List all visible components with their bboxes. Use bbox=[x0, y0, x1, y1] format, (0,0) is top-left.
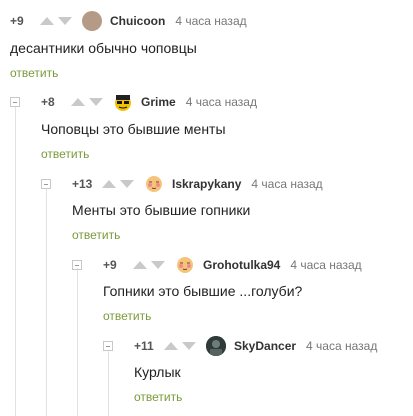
reply-link[interactable]: ответить bbox=[72, 228, 120, 242]
avatar[interactable] bbox=[206, 336, 226, 356]
user-photo-icon bbox=[206, 336, 226, 356]
vote-controls bbox=[164, 342, 196, 350]
reply-link[interactable]: ответить bbox=[41, 147, 89, 161]
vote-controls bbox=[133, 261, 165, 269]
rating-value: +9 bbox=[10, 14, 24, 28]
comment-header: +13 Iskrapykany 4 часа назад bbox=[72, 174, 323, 194]
thread-line bbox=[77, 268, 78, 416]
comment-header: +9 Chuicoon 4 часа назад bbox=[10, 11, 247, 31]
thread-line bbox=[46, 188, 47, 416]
comment-text: Гопники это бывшие ...голуби? bbox=[103, 283, 303, 299]
timestamp[interactable]: 4 часа назад bbox=[306, 339, 377, 353]
comment-header: +11 SkyDancer 4 часа назад bbox=[134, 336, 377, 356]
author-name[interactable]: SkyDancer bbox=[234, 339, 296, 353]
author-name[interactable]: Grime bbox=[141, 95, 176, 109]
author-name[interactable]: Chuicoon bbox=[110, 14, 165, 28]
vote-controls bbox=[71, 98, 103, 106]
vote-controls bbox=[102, 180, 134, 188]
reply-link[interactable]: ответить bbox=[103, 309, 151, 323]
upvote-icon[interactable] bbox=[133, 261, 147, 269]
blushing-face-icon bbox=[177, 257, 193, 273]
upvote-icon[interactable] bbox=[164, 342, 178, 350]
downvote-icon[interactable] bbox=[58, 17, 72, 25]
thread-line bbox=[15, 106, 16, 416]
collapse-toggle[interactable] bbox=[41, 179, 51, 189]
comment-text: Чоповцы это бывшие менты bbox=[41, 121, 226, 137]
upvote-icon[interactable] bbox=[40, 17, 54, 25]
thread-line bbox=[108, 350, 109, 416]
avatar[interactable] bbox=[82, 11, 102, 31]
blushing-face-icon bbox=[146, 176, 162, 192]
vote-controls bbox=[40, 17, 72, 25]
comment-text: Курлык bbox=[134, 364, 181, 380]
timestamp[interactable]: 4 часа назад bbox=[175, 14, 246, 28]
rating-value: +8 bbox=[41, 95, 55, 109]
comment-text: Менты это бывшие гопники bbox=[72, 202, 251, 218]
downvote-icon[interactable] bbox=[151, 261, 165, 269]
avatar[interactable] bbox=[113, 92, 133, 112]
downvote-icon[interactable] bbox=[89, 98, 103, 106]
author-name[interactable]: Iskrapykany bbox=[172, 177, 241, 191]
smiley-sunglasses-icon bbox=[115, 95, 131, 111]
avatar[interactable] bbox=[175, 255, 195, 275]
rating-value: +11 bbox=[134, 339, 154, 353]
upvote-icon[interactable] bbox=[102, 180, 116, 188]
comment-header: +8 Grime 4 часа назад bbox=[41, 92, 257, 112]
rating-value: +9 bbox=[103, 258, 117, 272]
reply-link[interactable]: ответить bbox=[134, 390, 182, 404]
author-name[interactable]: Grohotulka94 bbox=[203, 258, 280, 272]
rating-value: +13 bbox=[72, 177, 93, 191]
avatar[interactable] bbox=[144, 174, 164, 194]
collapse-toggle[interactable] bbox=[72, 260, 82, 270]
reply-link[interactable]: ответить bbox=[10, 66, 58, 80]
upvote-icon[interactable] bbox=[71, 98, 85, 106]
collapse-toggle[interactable] bbox=[10, 97, 20, 107]
timestamp[interactable]: 4 часа назад bbox=[186, 95, 257, 109]
comment-text: десантники обычно чоповцы bbox=[10, 40, 197, 56]
timestamp[interactable]: 4 часа назад bbox=[290, 258, 361, 272]
downvote-icon[interactable] bbox=[120, 180, 134, 188]
comment-header: +9 Grohotulka94 4 часа назад bbox=[103, 255, 362, 275]
downvote-icon[interactable] bbox=[182, 342, 196, 350]
collapse-toggle[interactable] bbox=[103, 341, 113, 351]
timestamp[interactable]: 4 часа назад bbox=[251, 177, 322, 191]
